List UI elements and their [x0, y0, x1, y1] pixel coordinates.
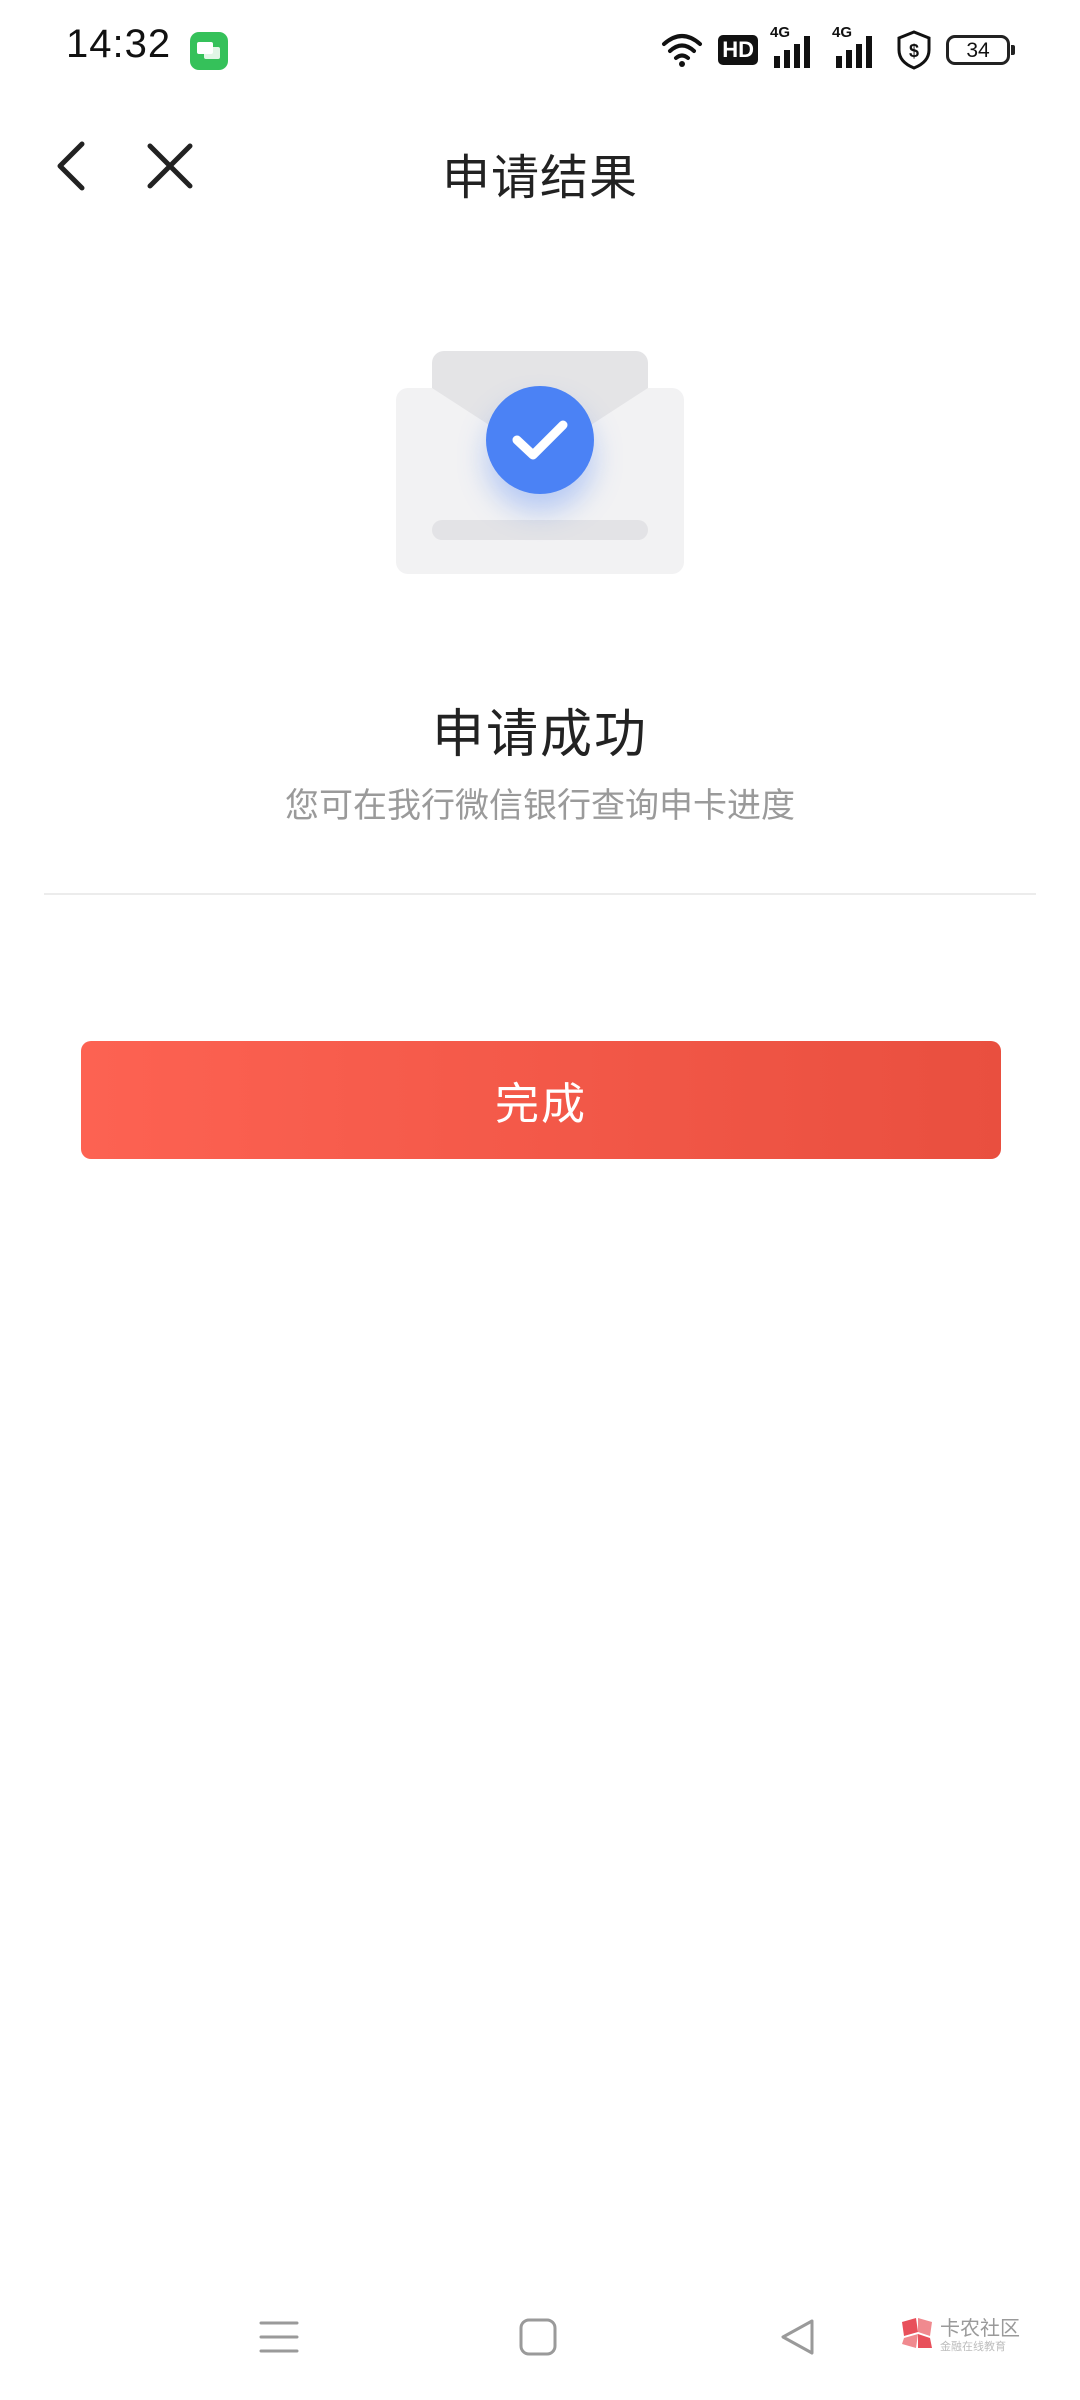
- battery-icon: 34: [946, 28, 1015, 72]
- triangle-back-icon: [781, 2319, 814, 2355]
- result-title: 申请成功: [431, 705, 648, 765]
- home-button[interactable]: [508, 2312, 568, 2362]
- recent-apps-button[interactable]: [249, 2312, 309, 2362]
- network-label-2: 4G: [832, 24, 853, 41]
- divider: [44, 893, 1036, 895]
- battery-level: 34: [966, 38, 990, 62]
- security-shield-icon: $: [896, 28, 932, 72]
- done-button[interactable]: 完成: [81, 1041, 1001, 1159]
- wifi-icon: [660, 28, 704, 72]
- nav-bar: 申请结果: [0, 110, 1080, 220]
- network-label-1: 4G: [770, 24, 791, 41]
- page-title: 申请结果: [441, 150, 638, 206]
- hd-label: HD: [718, 35, 758, 65]
- status-bar: 14:32 HD 4G 4G $ 34: [0, 0, 1080, 100]
- watermark-title: 卡农社区: [940, 2316, 1020, 2340]
- status-time: 14:32: [66, 22, 172, 66]
- watermark-logo-icon: [902, 2318, 932, 2348]
- result-subtitle: 您可在我行微信银行查询申卡进度: [285, 786, 795, 826]
- watermark: 卡农社区 金融在线教育: [898, 2310, 1028, 2360]
- signal-icon-1: 4G: [770, 24, 820, 72]
- hd-icon: HD: [718, 28, 758, 72]
- signal-icon-2: 4G: [832, 24, 882, 72]
- envelope-line: [432, 520, 648, 540]
- square-home-icon: [519, 2318, 557, 2356]
- system-back-button[interactable]: [768, 2312, 828, 2362]
- watermark-subtitle: 金融在线教育: [940, 2340, 1006, 2353]
- check-circle-icon: [486, 386, 594, 494]
- success-envelope-illustration: [394, 348, 686, 578]
- svg-text:$: $: [909, 41, 919, 61]
- status-icons: HD 4G 4G $ 34: [660, 24, 1015, 72]
- menu-icon: [259, 2321, 299, 2353]
- message-app-icon: [190, 32, 228, 70]
